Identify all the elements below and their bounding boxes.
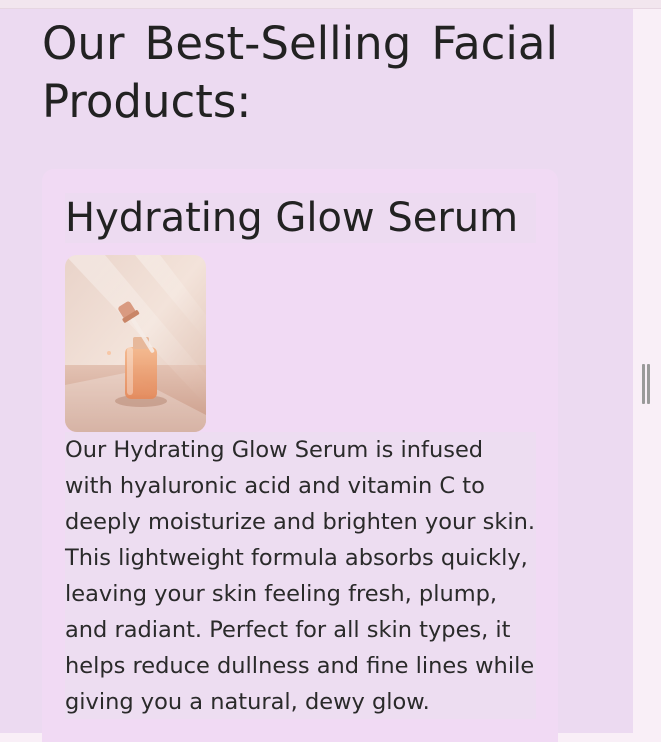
grip-line-icon (647, 364, 650, 404)
top-strip (0, 0, 661, 9)
main-panel: Our Best-Selling Facial Products: Hydrat… (0, 9, 633, 742)
grip-line-icon (642, 364, 645, 404)
product-title: Hydrating Glow Serum (65, 195, 519, 241)
product-description-box: Our Hydrating Glow Serum is infused with… (65, 432, 536, 719)
product-description: Our Hydrating Glow Serum is infused with… (65, 437, 536, 715)
pane-resize-handle[interactable] (642, 364, 650, 404)
section-title: Our Best-Selling Facial Products: (42, 17, 558, 128)
product-card: Hydrating Glow Serum Our Hydrating Glow … (42, 169, 558, 742)
product-title-box: Hydrating Glow Serum (65, 193, 536, 243)
serum-bottle-photo (65, 255, 206, 432)
product-image (65, 255, 206, 432)
